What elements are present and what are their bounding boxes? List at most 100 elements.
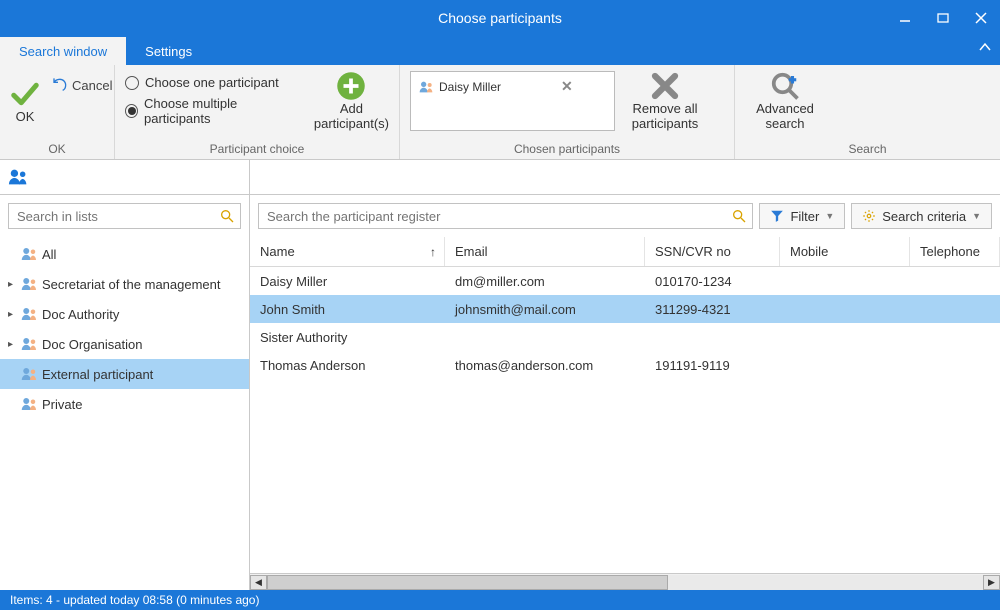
- sidebar-item-label: Doc Organisation: [42, 337, 142, 352]
- radio-choose-multiple-label: Choose multiple participants: [144, 96, 294, 126]
- sidebar-item[interactable]: All: [0, 239, 249, 269]
- register-search-wrap: [258, 203, 753, 229]
- ribbon-group-choice-label: Participant choice: [115, 142, 399, 159]
- sidebar-item-label: All: [42, 247, 56, 262]
- cell-name: John Smith: [250, 302, 445, 317]
- main-panel: Filter ▼ Search criteria ▼ Name ↑ Email …: [250, 160, 1000, 590]
- add-participant-button[interactable]: Add participant(s): [314, 71, 389, 131]
- cancel-button[interactable]: Cancel: [52, 77, 112, 93]
- criteria-label: Search criteria: [882, 209, 966, 224]
- remove-all-button[interactable]: Remove all participants: [625, 71, 705, 131]
- sidebar-item[interactable]: ▸ Doc Organisation: [0, 329, 249, 359]
- ribbon-group-ok-label: OK: [0, 142, 114, 159]
- radio-choose-one[interactable]: Choose one participant: [125, 75, 294, 90]
- cell-ssn: 010170-1234: [645, 274, 780, 289]
- scroll-thumb[interactable]: [267, 575, 668, 590]
- scroll-left-button[interactable]: ◀: [250, 575, 267, 590]
- remove-chip-icon[interactable]: ✕: [561, 78, 573, 95]
- radio-icon: [125, 76, 139, 90]
- search-icon[interactable]: [219, 208, 235, 224]
- column-header-telephone[interactable]: Telephone: [910, 237, 1000, 266]
- column-header-ssn[interactable]: SSN/CVR no: [645, 237, 780, 266]
- search-criteria-button[interactable]: Search criteria ▼: [851, 203, 992, 229]
- table-row[interactable]: Sister Authority: [250, 323, 1000, 351]
- sidebar-top: [0, 160, 249, 195]
- cancel-label: Cancel: [72, 78, 112, 93]
- maximize-button[interactable]: [924, 0, 962, 35]
- people-icon: [20, 337, 40, 351]
- filter-label: Filter: [790, 209, 819, 224]
- column-header-mobile[interactable]: Mobile: [780, 237, 910, 266]
- people-icon: [20, 307, 40, 321]
- search-row: Filter ▼ Search criteria ▼: [250, 195, 1000, 237]
- search-icon[interactable]: [731, 208, 747, 224]
- table-row[interactable]: Daisy Millerdm@miller.com010170-1234: [250, 267, 1000, 295]
- radio-icon: [125, 104, 138, 118]
- sidebar-item[interactable]: ▸ Doc Authority: [0, 299, 249, 329]
- people-icon: [8, 168, 30, 186]
- ribbon-group-chosen: Daisy Miller ✕ Remove all participants C…: [400, 65, 735, 159]
- tab-settings[interactable]: Settings: [126, 37, 211, 65]
- funnel-icon: [770, 209, 784, 223]
- column-label: Name: [260, 244, 295, 259]
- table-body: Daisy Millerdm@miller.com010170-1234John…: [250, 267, 1000, 573]
- ribbon-group-participant-choice: Choose one participant Choose multiple p…: [115, 65, 400, 159]
- search-lists-wrap: [8, 203, 241, 229]
- add-label-2: participant(s): [314, 116, 389, 131]
- status-text: Items: 4 - updated today 08:58 (0 minute…: [10, 593, 259, 607]
- sidebar-item-label: Private: [42, 397, 82, 412]
- add-label-1: Add: [340, 101, 363, 116]
- advanced-search-button[interactable]: Advanced search: [745, 71, 825, 131]
- undo-icon: [52, 77, 68, 93]
- status-bar: Items: 4 - updated today 08:58 (0 minute…: [0, 590, 1000, 610]
- radio-choose-multiple[interactable]: Choose multiple participants: [125, 96, 294, 126]
- chosen-participants-box[interactable]: Daisy Miller ✕: [410, 71, 615, 131]
- sidebar-item-label: Doc Authority: [42, 307, 119, 322]
- filter-button[interactable]: Filter ▼: [759, 203, 845, 229]
- collapse-ribbon-button[interactable]: [978, 40, 992, 54]
- check-icon: [10, 79, 40, 109]
- column-label: Email: [455, 244, 488, 259]
- search-lists-input[interactable]: [8, 203, 241, 229]
- scroll-right-button[interactable]: ▶: [983, 575, 1000, 590]
- sidebar-item[interactable]: ▸Secretariat of the management: [0, 269, 249, 299]
- sidebar-item-label: External participant: [42, 367, 153, 382]
- radio-choose-one-label: Choose one participant: [145, 75, 279, 90]
- table-row[interactable]: John Smithjohnsmith@mail.com311299-4321: [250, 295, 1000, 323]
- table-row[interactable]: Thomas Andersonthomas@anderson.com191191…: [250, 351, 1000, 379]
- cell-email: thomas@anderson.com: [445, 358, 645, 373]
- remove-label-2: participants: [632, 116, 698, 131]
- chosen-chip: Daisy Miller ✕: [415, 76, 577, 97]
- expand-icon[interactable]: ▸: [8, 339, 20, 350]
- ribbon-group-search: Advanced search Search: [735, 65, 1000, 159]
- window-title: Choose participants: [438, 10, 562, 26]
- people-icon: [20, 277, 40, 291]
- window-controls: [886, 0, 1000, 35]
- advanced-label-1: Advanced: [756, 101, 814, 116]
- remove-label-1: Remove all: [632, 101, 697, 116]
- x-icon: [650, 71, 680, 101]
- close-button[interactable]: [962, 0, 1000, 35]
- table-header: Name ↑ Email SSN/CVR no Mobile Telephone: [250, 237, 1000, 267]
- ribbon-group-search-label: Search: [735, 142, 1000, 159]
- people-icon: [20, 367, 40, 381]
- column-header-email[interactable]: Email: [445, 237, 645, 266]
- ok-button[interactable]: OK: [10, 79, 40, 124]
- horizontal-scrollbar[interactable]: ◀ ▶: [250, 573, 1000, 590]
- expand-icon[interactable]: ▸: [8, 309, 20, 320]
- cell-ssn: 191191-9119: [645, 358, 780, 373]
- people-icon: [20, 247, 40, 261]
- minimize-button[interactable]: [886, 0, 924, 35]
- register-search-input[interactable]: [258, 203, 753, 229]
- column-header-name[interactable]: Name ↑: [250, 237, 445, 266]
- expand-icon[interactable]: ▸: [8, 279, 20, 290]
- sort-asc-icon: ↑: [430, 245, 436, 259]
- sidebar-item[interactable]: External participant: [0, 359, 249, 389]
- scroll-track[interactable]: [267, 575, 983, 590]
- cell-ssn: 311299-4321: [645, 302, 780, 317]
- tab-search-window[interactable]: Search window: [0, 37, 126, 65]
- sidebar-item[interactable]: Private: [0, 389, 249, 419]
- plus-circle-icon: [336, 71, 366, 101]
- cell-name: Daisy Miller: [250, 274, 445, 289]
- chevron-down-icon: ▼: [972, 211, 981, 221]
